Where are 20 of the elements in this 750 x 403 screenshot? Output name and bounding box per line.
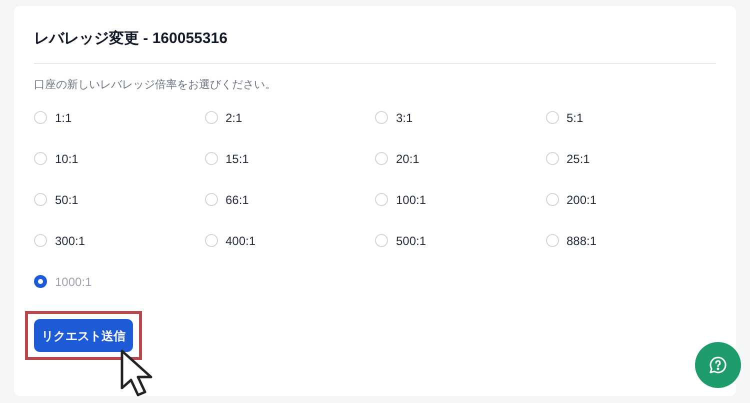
- leverage-radio[interactable]: 66:1: [204, 192, 249, 207]
- leverage-radio[interactable]: 1:1: [34, 110, 72, 125]
- help-chat-icon: [708, 355, 728, 375]
- leverage-radio[interactable]: 3:1: [375, 110, 413, 125]
- leverage-radio[interactable]: 15:1: [204, 151, 249, 166]
- leverage-radio[interactable]: 50:1: [34, 192, 78, 207]
- leverage-radio[interactable]: 300:1: [34, 233, 86, 248]
- leverage-radio[interactable]: 100:1: [375, 192, 426, 207]
- leverage-radio[interactable]: 10:1: [34, 151, 78, 166]
- leverage-radio[interactable]: 400:1: [204, 233, 256, 248]
- leverage-radio[interactable]: 20:1: [375, 151, 420, 166]
- leverage-radio[interactable]: 888:1: [546, 233, 597, 248]
- card-title: レバレッジ変更 - 160055316: [34, 30, 228, 48]
- submit-button[interactable]: リクエスト送信: [34, 319, 133, 352]
- leverage-radio[interactable]: 25:1: [546, 151, 590, 166]
- leverage-radio[interactable]: 500:1: [375, 233, 426, 248]
- leverage-radio[interactable]: 5:1: [546, 110, 584, 125]
- instruction-text: 口座の新しいレバレッジ倍率をお選びください。: [34, 78, 277, 92]
- leverage-radio[interactable]: 2:1: [204, 110, 242, 125]
- leverage-radio[interactable]: 200:1: [546, 192, 597, 207]
